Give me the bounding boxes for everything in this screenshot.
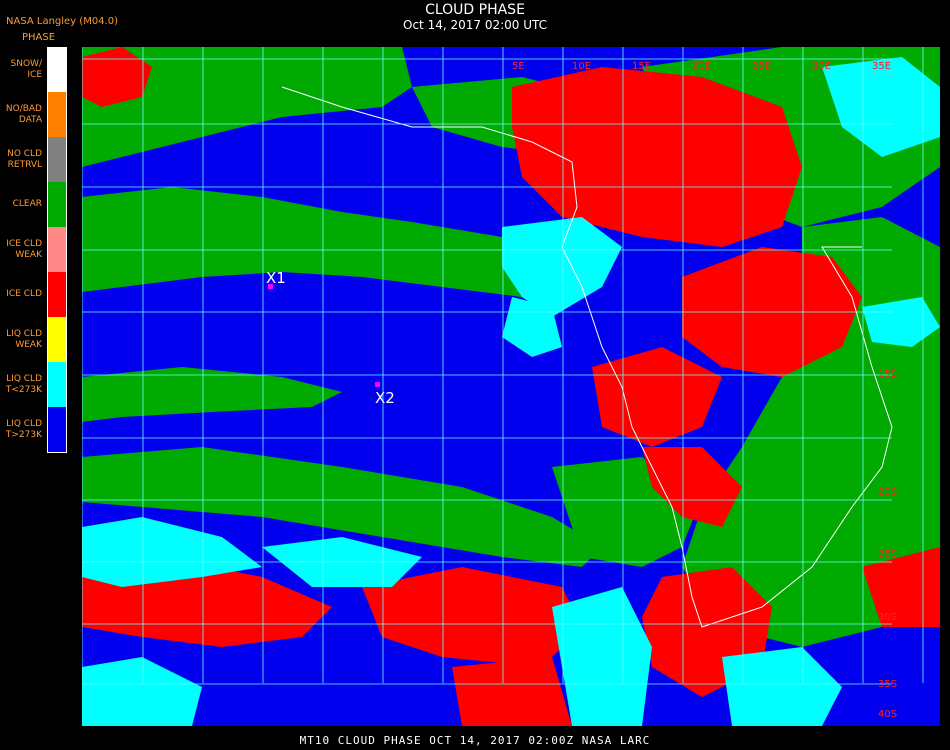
legend-label: CLEAR (12, 199, 42, 209)
latitude-label: 25S (878, 549, 897, 560)
legend-label: NO/BAD DATA (5, 103, 42, 125)
longitude-label: 35E (872, 61, 891, 72)
legend-swatch (47, 137, 67, 182)
legend-label: LIQ CLD WEAK (6, 328, 42, 350)
legend-label: LIQ CLD T<273K (5, 373, 42, 395)
marker-x2-label: X2 (375, 389, 395, 407)
map-canvas: 5E 10E 15E 20E 25E 30E 35E 15S 20S 25S 30S 35S 40S X… (82, 47, 940, 726)
legend-label: ICE CLD (6, 289, 42, 299)
longitude-label: 30E (812, 61, 831, 72)
legend-label: LIQ CLD T>273K (5, 418, 42, 440)
marker-x1-label: X1 (266, 269, 286, 287)
legend-swatch (47, 47, 67, 93)
longitude-label: 5E (512, 61, 525, 72)
longitude-label: 15E (632, 61, 651, 72)
legend-item: ICE CLD WEAK (0, 227, 67, 272)
legend-label: SNOW/ ICE (10, 58, 42, 80)
legend-item: LIQ CLD T>273K (0, 407, 67, 453)
legend-item: CLEAR (0, 182, 67, 227)
legend-swatch (47, 182, 67, 227)
legend-item: LIQ CLD T<273K (0, 362, 67, 407)
legend-title: PHASE (22, 32, 56, 43)
legend-swatch (47, 92, 67, 137)
longitude-label: 20E (692, 61, 711, 72)
legend-item: LIQ CLD WEAK (0, 317, 67, 362)
latitude-label: 35S (878, 679, 897, 690)
marker-x1: X1 (266, 269, 286, 289)
latitude-label: 20S (878, 487, 897, 498)
latitude-label: 30S (878, 612, 897, 623)
marker-x2-point (375, 382, 380, 387)
page-title: CLOUD PHASE (425, 2, 525, 18)
cloud-phase-map: 5E 10E 15E 20E 25E 30E 35E 15S 20S 25S 30S 35S 40S X… (82, 47, 940, 726)
latitude-label: 40S (878, 709, 897, 720)
phase-legend: SNOW/ ICE NO/BAD DATA NO CLD RETRVL CLEA… (0, 47, 67, 453)
legend-label: NO CLD RETRVL (7, 148, 42, 170)
longitude-label: 25E (752, 61, 771, 72)
legend-label: ICE CLD WEAK (6, 238, 42, 260)
legend-item: NO CLD RETRVL (0, 137, 67, 182)
legend-swatch (47, 317, 67, 362)
legend-item: SNOW/ ICE (0, 47, 67, 93)
legend-swatch (47, 362, 67, 407)
latitude-label: 15S (878, 369, 897, 380)
page-subtitle: Oct 14, 2017 02:00 UTC (403, 18, 547, 32)
legend-swatch (47, 272, 67, 317)
footer-caption: MT10 CLOUD PHASE OCT 14, 2017 02:00Z NAS… (299, 734, 651, 747)
longitude-label: 10E (572, 61, 591, 72)
legend-swatch (47, 407, 67, 453)
legend-item: ICE CLD (0, 272, 67, 317)
legend-item: NO/BAD DATA (0, 92, 67, 137)
legend-swatch (47, 227, 67, 272)
